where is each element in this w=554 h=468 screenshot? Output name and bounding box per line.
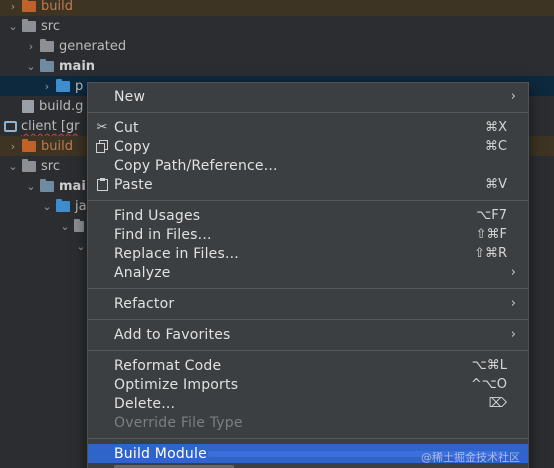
menu-item-analyze[interactable]: Analyze › [88,263,528,282]
menu-item-shortcut: ⇧⌘R [474,246,507,261]
chevron-down-icon[interactable]: ⌄ [6,160,20,173]
tree-row-generated[interactable]: › generated [0,36,554,56]
menu-separator [88,288,528,289]
menu-item-optimize-imports[interactable]: Optimize Imports ^⌥O [88,375,528,394]
menu-item-label: Refactor [114,295,175,312]
menu-item-cut[interactable]: ✂ Cut ⌘X [88,118,528,137]
folder-icon [56,78,70,92]
chevron-down-icon[interactable]: ⌄ [74,240,88,253]
folder-icon [40,38,54,52]
tree-row-label: p [75,78,84,94]
folder-icon [22,0,36,12]
menu-item-delete[interactable]: Delete... ⌦ [88,394,528,413]
chevron-down-icon[interactable]: ⌄ [40,200,54,213]
menu-item-find-in-files[interactable]: Find in Files... ⇧⌘F [88,225,528,244]
tree-row-label: ja [75,198,87,214]
menu-item-paste[interactable]: Paste ⌘V [88,175,528,194]
scissors-icon: ✂ [96,120,108,135]
menu-separator [88,319,528,320]
menu-item-label: Optimize Imports [114,376,239,393]
folder-icon [40,178,54,192]
chevron-down-icon[interactable]: ⌄ [24,180,38,193]
chevron-right-icon[interactable]: › [6,0,20,13]
folder-icon [22,18,36,32]
menu-item-label: Delete... [114,395,176,412]
menu-item-shortcut: ⇧⌘F [475,227,507,242]
submenu-arrow-icon: › [510,89,516,104]
copy-icon [94,139,110,155]
chevron-down-icon[interactable]: ⌄ [58,220,72,233]
menu-item-label: Find in Files... [114,226,212,243]
folder-icon [56,198,70,212]
menu-separator [88,112,528,113]
tree-row-label: client [gr [21,118,80,134]
gradle-file-icon [22,99,34,113]
menu-item-shortcut: ^⌥O [470,377,507,392]
menu-item-find-usages[interactable]: Find Usages ⌥F7 [88,206,528,225]
menu-separator [88,350,528,351]
menu-item-reformat-code[interactable]: Reformat Code ⌥⌘L [88,356,528,375]
menu-item-label: Reformat Code [114,357,222,374]
package-icon [74,218,84,232]
tree-row-label: build [41,138,73,154]
chevron-right-icon[interactable]: › [40,80,54,93]
tree-row-label: build.g [39,98,84,114]
watermark: @稀土掘金技术社区 [421,451,520,464]
menu-item-shortcut: ⌥⌘L [471,358,507,373]
menu-item-label: Analyze [114,264,171,281]
menu-item-label: Copy [114,138,151,155]
chevron-down-icon[interactable]: ⌄ [24,60,38,73]
menu-separator [88,438,528,439]
tree-row-label: main [59,58,96,74]
menu-item-override-file-type: Override File Type [88,413,528,432]
tree-row-main[interactable]: ⌄ main [0,56,554,76]
chevron-down-icon[interactable]: ⌄ [6,20,20,33]
chevron-right-icon[interactable]: › [24,40,38,53]
menu-item-shortcut: ⌘C [484,139,507,154]
tree-row-src[interactable]: ⌄ src [0,16,554,36]
tree-row-label: src [41,18,60,34]
folder-icon [22,138,36,152]
context-menu: New › ✂ Cut ⌘X Copy ⌘C Copy Path/Referen… [87,82,529,468]
folder-icon [40,58,54,72]
menu-item-shortcut: ⌘V [485,177,507,192]
menu-separator [88,200,528,201]
menu-item-replace-in-files[interactable]: Replace in Files... ⇧⌘R [88,244,528,263]
tree-row-label: generated [59,38,127,54]
menu-item-label: Cut [114,119,139,136]
tree-row-build[interactable]: › build [0,0,554,16]
module-icon [4,120,17,132]
folder-icon [22,158,36,172]
menu-item-shortcut: ⌥F7 [476,208,507,223]
menu-item-copy[interactable]: Copy ⌘C [88,137,528,156]
submenu-arrow-icon: › [510,296,516,311]
tree-row-label: mai [59,178,86,194]
menu-item-copy-path[interactable]: Copy Path/Reference... [88,156,528,175]
menu-item-label: Replace in Files... [114,245,239,262]
submenu-arrow-icon: › [510,265,516,280]
menu-item-label: Find Usages [114,207,201,224]
menu-item-label: Override File Type [114,414,243,431]
menu-item-add-to-favorites[interactable]: Add to Favorites › [88,325,528,344]
menu-item-label: Paste [114,176,153,193]
clipboard-icon [94,177,110,193]
menu-item-shortcut: ⌘X [485,120,507,135]
delete-key-icon: ⌦ [488,396,507,411]
menu-item-refactor[interactable]: Refactor › [88,294,528,313]
menu-item-label: Build Module [114,445,207,462]
submenu-arrow-icon: › [510,327,516,342]
menu-item-new[interactable]: New › [88,87,528,106]
menu-item-label: Add to Favorites [114,326,231,343]
tree-row-label: src [41,158,60,174]
menu-item-label: New [114,88,146,105]
menu-item-label: Copy Path/Reference... [114,157,278,174]
tree-row-label: build [41,0,73,14]
chevron-right-icon[interactable]: › [6,140,20,153]
